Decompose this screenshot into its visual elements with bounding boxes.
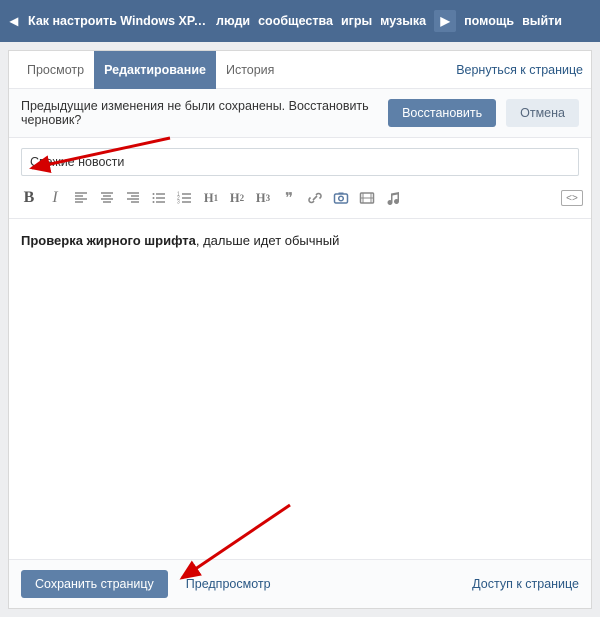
page-title-input[interactable] <box>21 148 579 176</box>
back-arrow-icon[interactable]: ◂ <box>10 11 18 31</box>
content-editor[interactable]: Проверка жирного шрифта, дальше идет обы… <box>9 219 591 559</box>
nav-communities[interactable]: сообщества <box>258 14 333 28</box>
tab-view[interactable]: Просмотр <box>17 51 94 89</box>
save-page-button[interactable]: Сохранить страницу <box>21 570 168 598</box>
preview-link[interactable]: Предпросмотр <box>186 577 271 591</box>
h2-icon[interactable]: H2 <box>225 186 249 210</box>
access-link[interactable]: Доступ к странице <box>472 577 579 591</box>
footer-bar: Сохранить страницу Предпросмотр Доступ к… <box>9 559 591 608</box>
align-center-icon[interactable] <box>95 186 119 210</box>
list-bullet-icon[interactable] <box>147 186 171 210</box>
restore-button[interactable]: Восстановить <box>388 99 496 127</box>
tabs-bar: Просмотр Редактирование История Вернутьс… <box>9 51 591 89</box>
nav-logout[interactable]: выйти <box>522 14 562 28</box>
cancel-button[interactable]: Отмена <box>506 99 579 127</box>
nav-games[interactable]: игры <box>341 14 372 28</box>
audio-icon[interactable] <box>381 186 405 210</box>
tab-edit[interactable]: Редактирование <box>94 51 216 89</box>
tab-history[interactable]: История <box>216 51 284 89</box>
bold-icon[interactable]: B <box>17 186 41 210</box>
photo-icon[interactable] <box>329 186 353 210</box>
list-numbered-icon[interactable]: 123 <box>173 186 197 210</box>
quote-icon[interactable]: ❞ <box>277 186 301 210</box>
editor-panel: Просмотр Редактирование История Вернутьс… <box>8 50 592 609</box>
align-left-icon[interactable] <box>69 186 93 210</box>
italic-icon[interactable]: I <box>43 186 67 210</box>
return-to-page-link[interactable]: Вернуться к странице <box>456 63 583 77</box>
normal-text-sample: , дальше идет обычный <box>196 233 339 248</box>
topbar: ◂ Как настроить Windows XP,7,8 и ... люд… <box>0 0 600 42</box>
h3-icon[interactable]: H3 <box>251 186 275 210</box>
svg-text:3: 3 <box>177 200 180 206</box>
bold-text-sample: Проверка жирного шрифта <box>21 233 196 248</box>
code-icon[interactable]: <> <box>561 190 583 206</box>
h1-icon[interactable]: H1 <box>199 186 223 210</box>
video-icon[interactable] <box>355 186 379 210</box>
restore-message: Предыдущие изменения не были сохранены. … <box>21 99 378 127</box>
page-title[interactable]: Как настроить Windows XP,7,8 и ... <box>28 14 208 28</box>
restore-draft-bar: Предыдущие изменения не были сохранены. … <box>9 89 591 138</box>
align-right-icon[interactable] <box>121 186 145 210</box>
nav-more-button[interactable]: ▶ <box>434 10 456 32</box>
nav-help[interactable]: помощь <box>464 14 514 28</box>
formatting-toolbar: B I 123 H1 H2 H3 ❞ <> <box>9 182 591 219</box>
nav-music[interactable]: музыка <box>380 14 426 28</box>
nav-people[interactable]: люди <box>216 14 250 28</box>
link-icon[interactable] <box>303 186 327 210</box>
